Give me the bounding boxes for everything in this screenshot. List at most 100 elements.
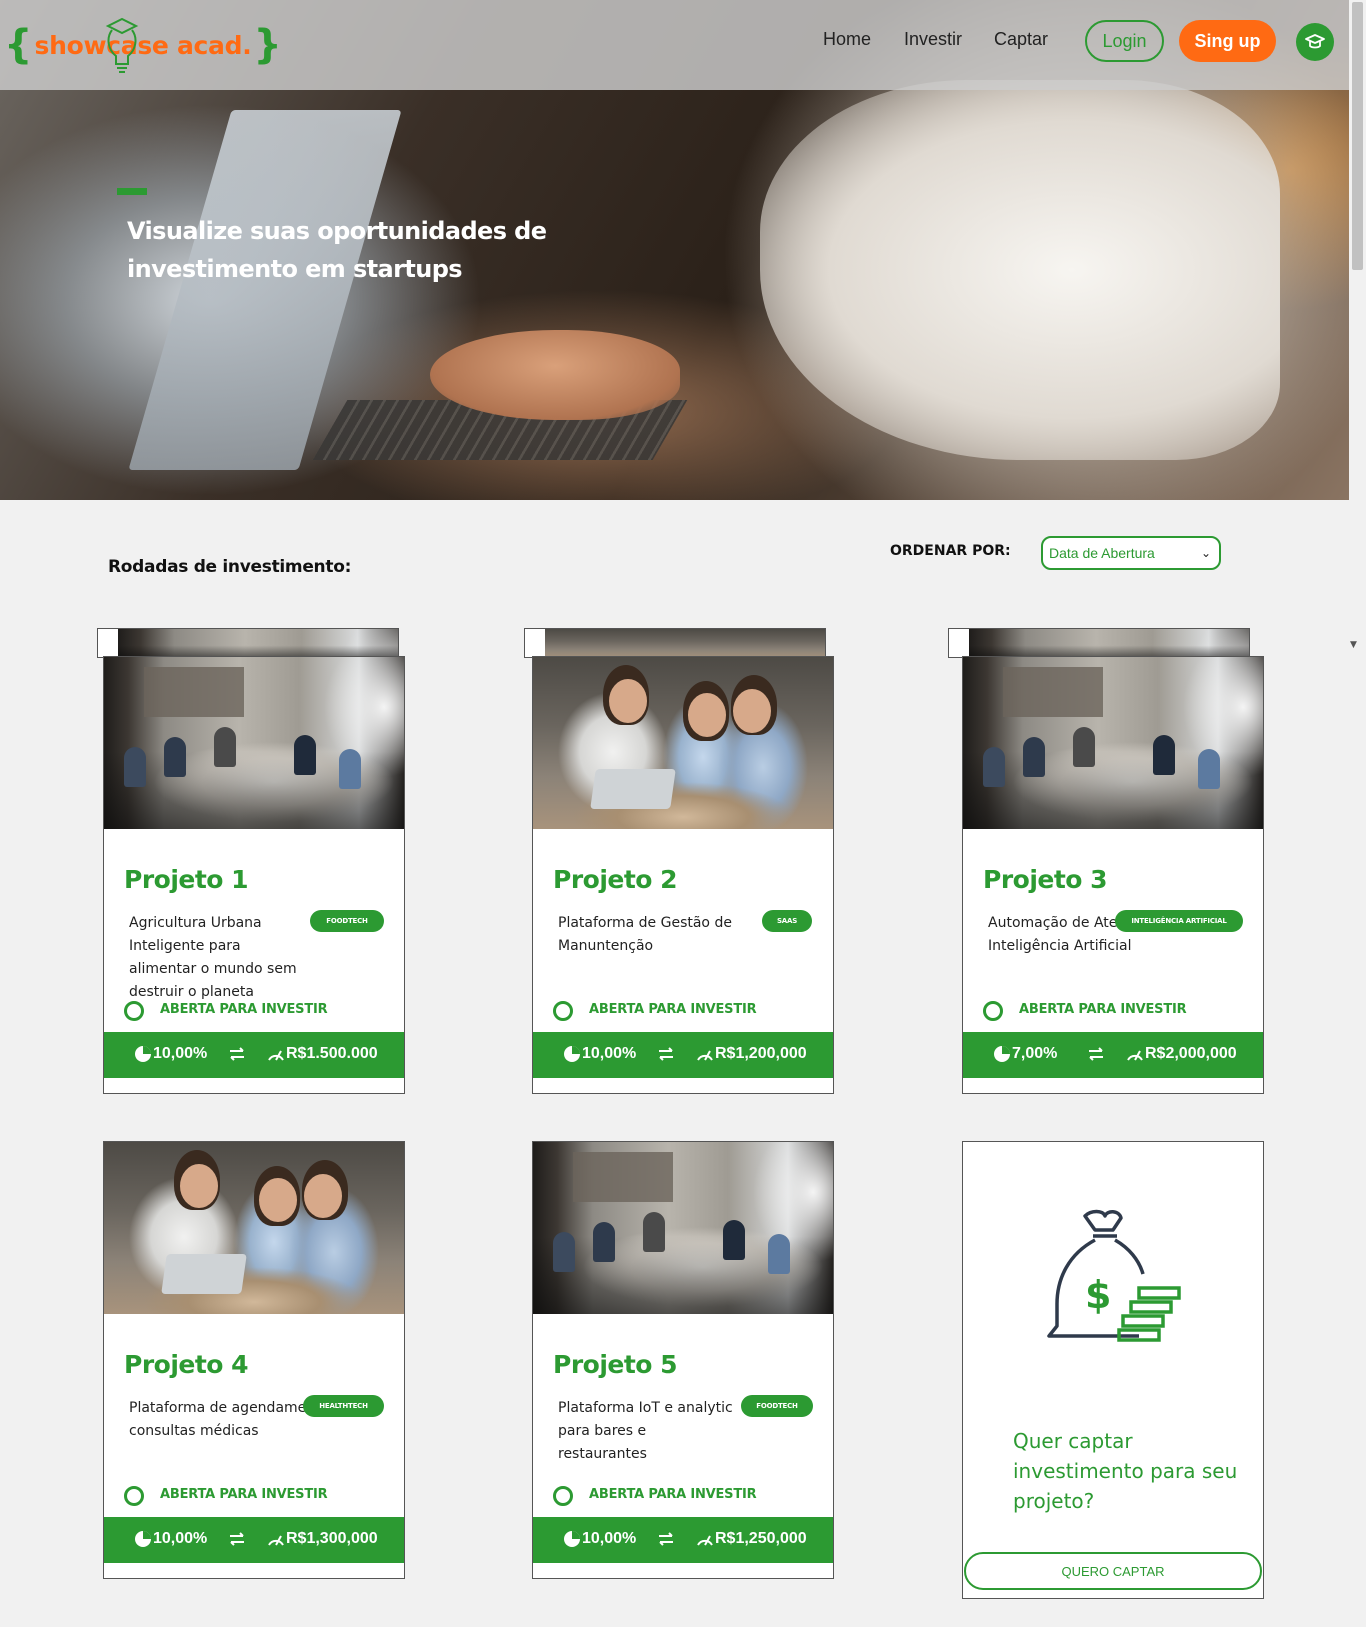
quero-captar-button[interactable]: QUERO CAPTAR: [964, 1552, 1262, 1590]
project-tag: INTELIGÊNCIA ARTIFICIAL: [1115, 910, 1243, 932]
scroll-down-arrow-icon[interactable]: ▼: [1350, 640, 1357, 650]
project-rate-value: 10,00%: [582, 1530, 637, 1547]
sort-select[interactable]: Data de Abertura ⌄: [1041, 536, 1221, 570]
project-amount: R$2,000,000: [1126, 1045, 1237, 1063]
sort-label: ORDENAR POR:: [890, 543, 1011, 559]
svg-text:$: $: [1085, 1273, 1111, 1317]
swap-arrows-icon: [659, 1532, 673, 1546]
speedometer-icon: [697, 1535, 713, 1546]
speedometer-icon: [697, 1050, 713, 1061]
card-stack-photo: [118, 629, 398, 657]
project-stats-bar: 10,00% R$1,250,000: [533, 1517, 833, 1563]
swap-arrows-icon: [659, 1047, 673, 1061]
circle-outline-icon: [124, 1001, 144, 1021]
logo-text: showcase acad.: [34, 30, 252, 60]
cta-text: Quer captar investimento para seu projet…: [1013, 1429, 1238, 1513]
project-rate-value: 10,00%: [153, 1530, 208, 1547]
project-title: Projeto 5: [553, 1350, 678, 1379]
hero-accent-bar: [117, 188, 147, 195]
nav-link-home[interactable]: Home: [823, 29, 871, 50]
project-rate-value: 7,00%: [1012, 1045, 1058, 1062]
top-navbar: { showcase acad. } Home Investir Captar …: [0, 0, 1349, 90]
lightbulb-cap-icon: [105, 17, 139, 73]
project-rate: 10,00%: [134, 1530, 207, 1548]
project-tag: HEALTHTECH: [303, 1395, 384, 1417]
swap-arrows-icon: [1089, 1047, 1103, 1061]
project-title: Projeto 2: [553, 865, 678, 894]
pie-chart-icon: [564, 1046, 580, 1062]
project-title: Projeto 3: [983, 865, 1108, 894]
project-card[interactable]: Projeto 2 Plataforma de Gestão de Manunt…: [532, 656, 834, 1094]
project-photo: [104, 657, 404, 829]
circle-outline-icon: [553, 1001, 573, 1021]
speedometer-icon: [268, 1050, 284, 1061]
swap-arrows-icon: [230, 1532, 244, 1546]
project-photo: [963, 657, 1263, 829]
nav-link-investir[interactable]: Investir: [904, 29, 962, 50]
project-amount-value: R$1,250,000: [715, 1530, 807, 1547]
profile-button[interactable]: [1296, 23, 1334, 61]
graduation-cap-icon: [1305, 34, 1325, 49]
project-photo: [104, 1142, 404, 1314]
logo-brace-open: {: [4, 22, 33, 68]
card-stack-photo: [545, 629, 825, 657]
project-status: ABERTA PARA INVESTIR: [589, 1002, 757, 1017]
project-amount-value: R$2,000,000: [1145, 1045, 1237, 1062]
circle-outline-icon: [553, 1486, 573, 1506]
circle-outline-icon: [124, 1486, 144, 1506]
project-card[interactable]: Projeto 1 Agricultura Urbana Inteligente…: [103, 656, 405, 1094]
project-rate-value: 10,00%: [153, 1045, 208, 1062]
speedometer-icon: [268, 1535, 284, 1546]
project-photo: [533, 1142, 833, 1314]
signup-button[interactable]: Sing up: [1179, 20, 1276, 62]
project-photo: [533, 657, 833, 829]
project-status: ABERTA PARA INVESTIR: [160, 1002, 328, 1017]
project-status: ABERTA PARA INVESTIR: [589, 1487, 757, 1502]
card-stack-shadow: [524, 628, 826, 658]
project-stats-bar: 7,00% R$2,000,000: [963, 1032, 1263, 1078]
project-card[interactable]: Projeto 5 Plataforma IoT e analytic para…: [532, 1141, 834, 1579]
project-status: ABERTA PARA INVESTIR: [160, 1487, 328, 1502]
project-description: Agricultura Urbana Inteligente para alim…: [129, 915, 297, 1000]
project-tag: SAAS: [762, 910, 812, 932]
circle-outline-icon: [983, 1001, 1003, 1021]
project-rate: 10,00%: [563, 1530, 636, 1548]
section-title: Rodadas de investimento:: [108, 557, 352, 577]
speedometer-icon: [1127, 1050, 1143, 1061]
nav-link-captar[interactable]: Captar: [994, 29, 1048, 50]
project-amount-value: R$1,200,000: [715, 1045, 807, 1062]
sort-selected-value: Data de Abertura: [1049, 545, 1155, 561]
scrollbar-thumb[interactable]: [1352, 2, 1363, 270]
project-title: Projeto 1: [124, 865, 249, 894]
pie-chart-icon: [135, 1531, 151, 1547]
project-amount: R$1,300,000: [267, 1530, 378, 1548]
project-rate: 7,00%: [993, 1045, 1057, 1063]
card-stack-photo: [969, 629, 1249, 657]
chevron-down-icon: ⌄: [1200, 546, 1211, 560]
project-card[interactable]: Projeto 3 Automação de Atendimento com I…: [962, 656, 1264, 1094]
money-bag-coins-icon: $: [1047, 1209, 1181, 1342]
project-amount: R$1,200,000: [696, 1045, 807, 1063]
project-status: ABERTA PARA INVESTIR: [1019, 1002, 1187, 1017]
project-card[interactable]: Projeto 4 Plataforma de agendamento de c…: [103, 1141, 405, 1579]
cta-card: $ Quer captar investimento para seu proj…: [962, 1141, 1264, 1599]
pie-chart-icon: [994, 1046, 1010, 1062]
project-stats-bar: 10,00% R$1.500.000: [104, 1032, 404, 1078]
project-amount-value: R$1,300,000: [286, 1530, 378, 1547]
project-description: Plataforma de Gestão de Manuntenção: [558, 915, 732, 954]
brand-logo[interactable]: { showcase acad. }: [4, 20, 282, 70]
project-rate: 10,00%: [563, 1045, 636, 1063]
project-amount: R$1,250,000: [696, 1530, 807, 1548]
project-rate: 10,00%: [134, 1045, 207, 1063]
project-tag: FOODTECH: [741, 1395, 813, 1417]
project-stats-bar: 10,00% R$1,200,000: [533, 1032, 833, 1078]
page-scrollbar[interactable]: [1349, 0, 1366, 1627]
project-amount-value: R$1.500.000: [286, 1045, 378, 1062]
logo-brace-close: }: [253, 22, 282, 68]
pie-chart-icon: [135, 1046, 151, 1062]
hero-title: Visualize suas oportunidades de investim…: [127, 217, 547, 283]
login-button[interactable]: Login: [1085, 20, 1164, 62]
swap-arrows-icon: [230, 1047, 244, 1061]
card-stack-shadow: [948, 628, 1250, 658]
hero-photo-sleeve: [760, 80, 1280, 460]
